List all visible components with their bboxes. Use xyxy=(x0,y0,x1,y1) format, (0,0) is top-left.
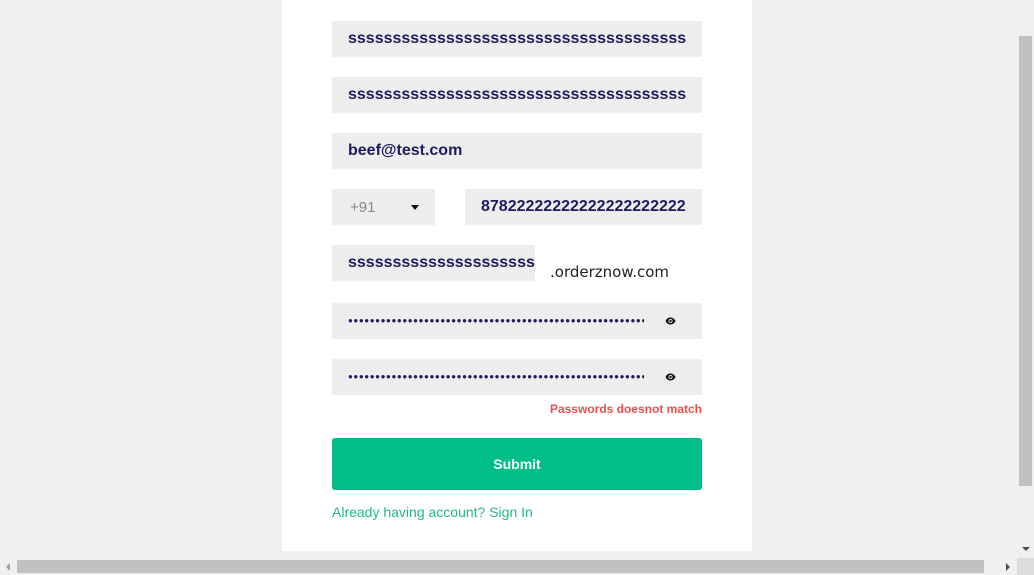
phone-field[interactable] xyxy=(465,189,702,225)
first-name-input[interactable] xyxy=(332,21,702,57)
first-name-field[interactable] xyxy=(332,21,702,57)
country-code-select[interactable]: +91 xyxy=(332,189,435,225)
email-field[interactable] xyxy=(332,133,702,169)
password-field[interactable]: ●●●●●●●●●●●●●●●●●●●●●●●●●●●●●●●●●●●●●●●●… xyxy=(332,303,702,339)
confirm-password-masked-value[interactable]: ●●●●●●●●●●●●●●●●●●●●●●●●●●●●●●●●●●●●●●●●… xyxy=(348,359,644,395)
caret-down-icon xyxy=(411,205,419,210)
last-name-field[interactable] xyxy=(332,77,702,113)
phone-input[interactable] xyxy=(465,189,702,225)
password-mismatch-error: Passwords doesnot match xyxy=(549,402,702,416)
email-input[interactable] xyxy=(332,133,702,169)
scroll-right-arrow-icon[interactable] xyxy=(1006,563,1010,571)
eye-icon[interactable] xyxy=(665,373,676,381)
eye-icon[interactable] xyxy=(665,317,676,325)
sign-in-link[interactable]: Already having account? Sign In xyxy=(332,504,533,520)
scrollbar-corner xyxy=(1017,558,1034,575)
password-masked-value[interactable]: ●●●●●●●●●●●●●●●●●●●●●●●●●●●●●●●●●●●●●●●●… xyxy=(348,303,644,339)
last-name-input[interactable] xyxy=(332,77,702,113)
horizontal-scrollbar[interactable] xyxy=(0,558,1017,575)
subdomain-input[interactable] xyxy=(332,245,535,281)
domain-suffix-label: .orderznow.com xyxy=(550,263,670,281)
submit-button[interactable]: Submit xyxy=(332,438,702,490)
country-code-value: +91 xyxy=(350,198,376,216)
vertical-scrollbar[interactable] xyxy=(1017,0,1034,558)
scroll-left-arrow-icon[interactable] xyxy=(6,563,10,571)
vertical-scroll-thumb[interactable] xyxy=(1019,36,1032,486)
horizontal-scroll-thumb[interactable] xyxy=(17,560,984,573)
subdomain-field[interactable] xyxy=(332,245,535,281)
scroll-down-arrow-icon[interactable] xyxy=(1022,547,1030,551)
confirm-password-field[interactable]: ●●●●●●●●●●●●●●●●●●●●●●●●●●●●●●●●●●●●●●●●… xyxy=(332,359,702,395)
